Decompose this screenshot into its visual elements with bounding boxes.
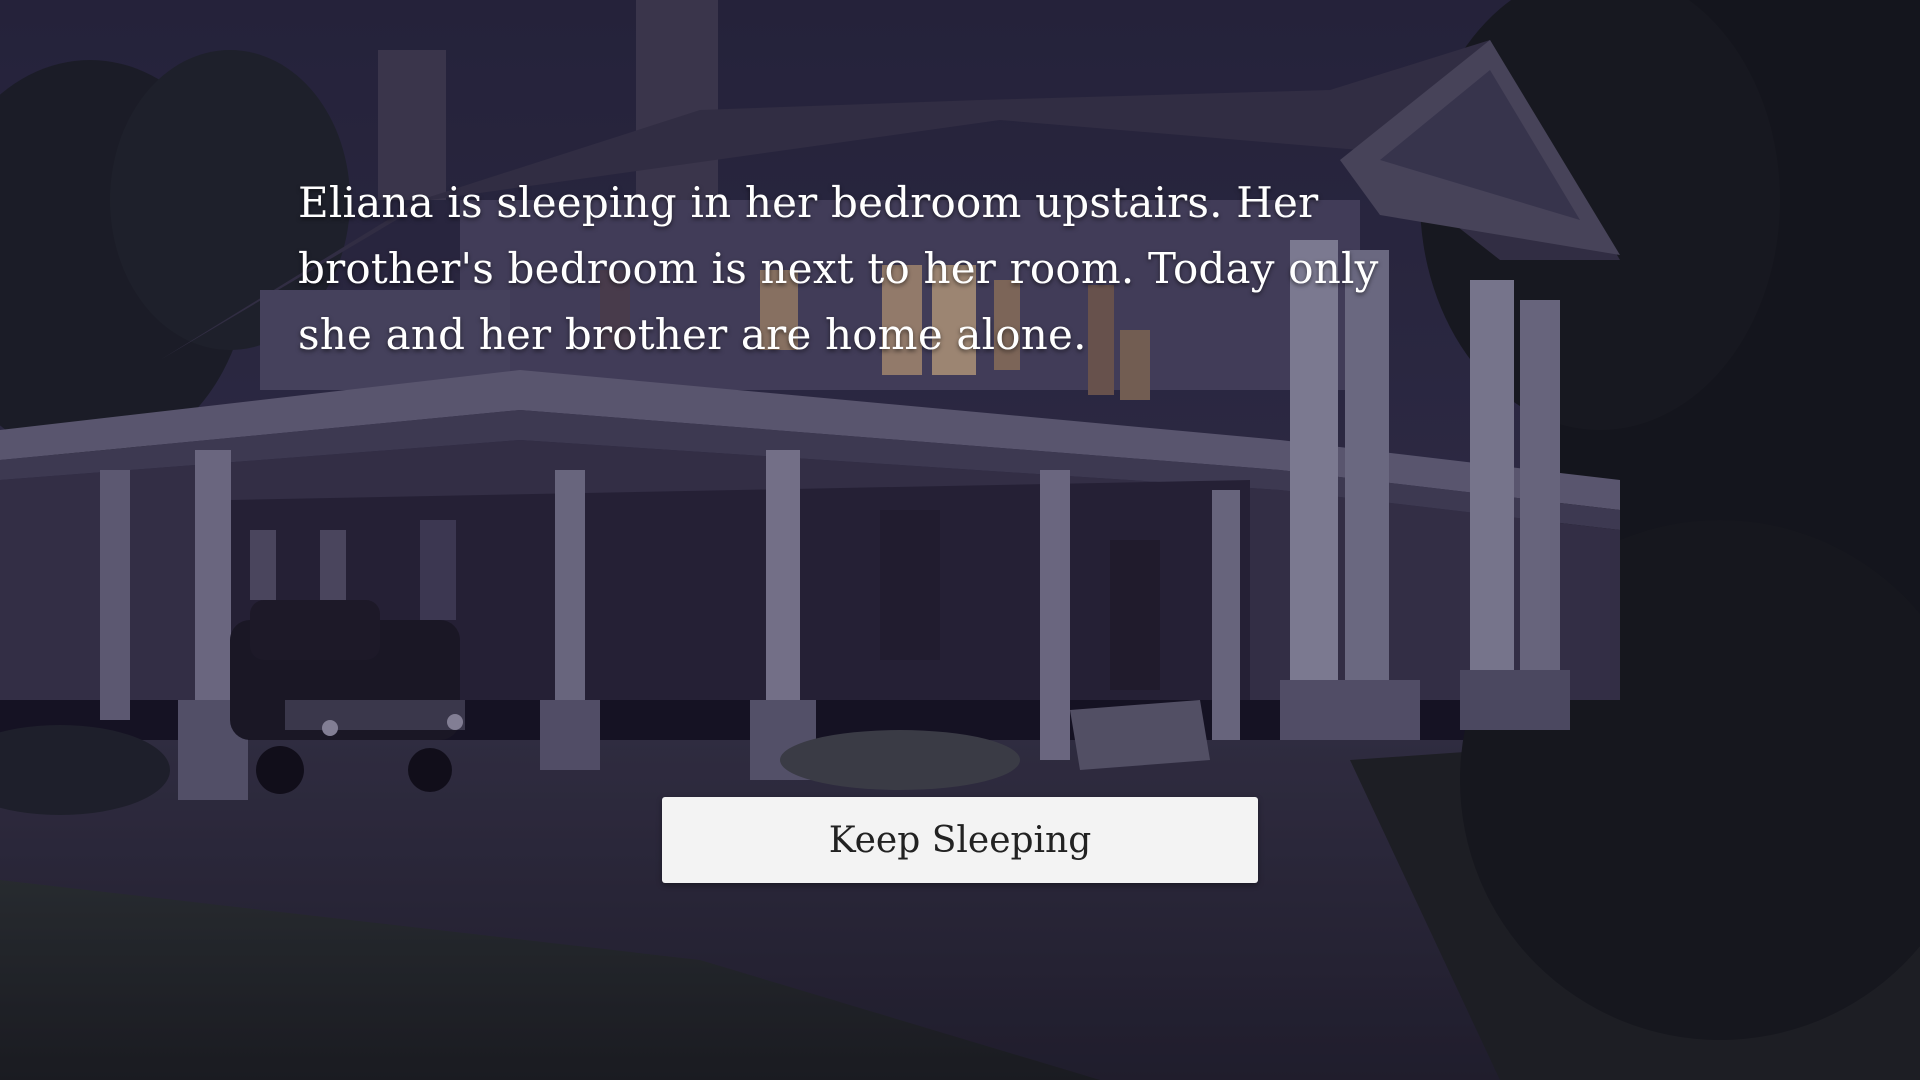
scene-darken-overlay <box>0 0 1920 1080</box>
keep-sleeping-button[interactable]: Keep Sleeping <box>662 797 1258 883</box>
game-scene: Eliana is sleeping in her bedroom upstai… <box>0 0 1920 1080</box>
narration-text: Eliana is sleeping in her bedroom upstai… <box>298 178 1379 359</box>
